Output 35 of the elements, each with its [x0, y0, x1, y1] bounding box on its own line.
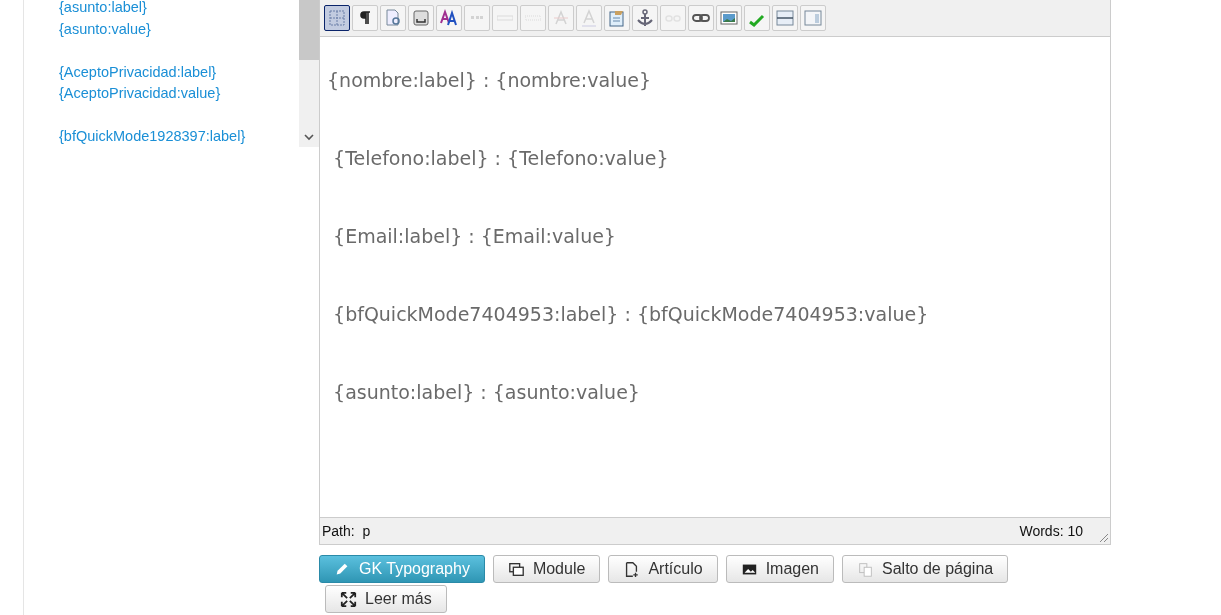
- editor-paragraph: {nombre:label} : {nombre:value}: [327, 68, 653, 92]
- editor-button[interactable]: Artículo: [608, 555, 718, 583]
- font-letters-icon: [439, 8, 459, 28]
- word-count: Words: 10: [1019, 523, 1083, 539]
- panel-icon: [803, 8, 823, 28]
- editor-button[interactable]: Salto de página: [842, 555, 1009, 583]
- box-icon: [411, 8, 431, 28]
- field-placeholder-link[interactable]: {AceptoPrivacidad:label}: [59, 63, 299, 86]
- chevron-down-icon[interactable]: [304, 134, 314, 141]
- editor-button[interactable]: Module: [492, 555, 601, 583]
- grid-icon: [327, 8, 347, 28]
- document-search-icon: [383, 8, 403, 28]
- field-placeholder-link[interactable]: {bfQuickMode1928397:label}: [59, 128, 299, 147]
- document-plus-icon: [623, 560, 641, 578]
- copy-icon: [857, 560, 874, 578]
- path-label: Path: p: [322, 523, 371, 539]
- resize-grip-icon[interactable]: [1097, 531, 1109, 543]
- arrows-icon: [340, 590, 357, 608]
- scrollbar[interactable]: [299, 0, 319, 147]
- editor-paragraph: {bfQuickMode7404953:label} : {bfQuickMode7404953:value}: [332, 302, 930, 326]
- editor-content[interactable]: {nombre:label} : {nombre:value} {Telefono:label} : {Telefono:value} {Email:label} : {Email:value} {bfQuickMode7404953:label} : {bfQuickMode7404953:value} {asunto:label} : {asunto:value}: [320, 37, 1110, 517]
- field-placeholder-link[interactable]: {asunto:label}: [59, 0, 299, 22]
- editor-button[interactable]: Imagen: [725, 555, 834, 583]
- field-placeholder-link[interactable]: {asunto:value}: [59, 20, 299, 43]
- editor-paragraph: {Telefono:label} : {Telefono:value}: [332, 146, 670, 170]
- image-icon: [719, 8, 739, 28]
- editor-paragraph: {asunto:label} : {asunto:value}: [332, 380, 641, 404]
- field-placeholder-link[interactable]: {AceptoPrivacidad:value}: [59, 85, 299, 108]
- editor-paragraph: {Email:label} : {Email:value}: [332, 224, 617, 248]
- clipboard-icon: [607, 8, 627, 28]
- anchor-icon: [635, 8, 655, 28]
- editor-button[interactable]: Leer más: [325, 585, 447, 613]
- underlined-letter-icon: [579, 8, 599, 28]
- windows-icon: [507, 560, 525, 578]
- toolbar-button[interactable]: [324, 5, 350, 31]
